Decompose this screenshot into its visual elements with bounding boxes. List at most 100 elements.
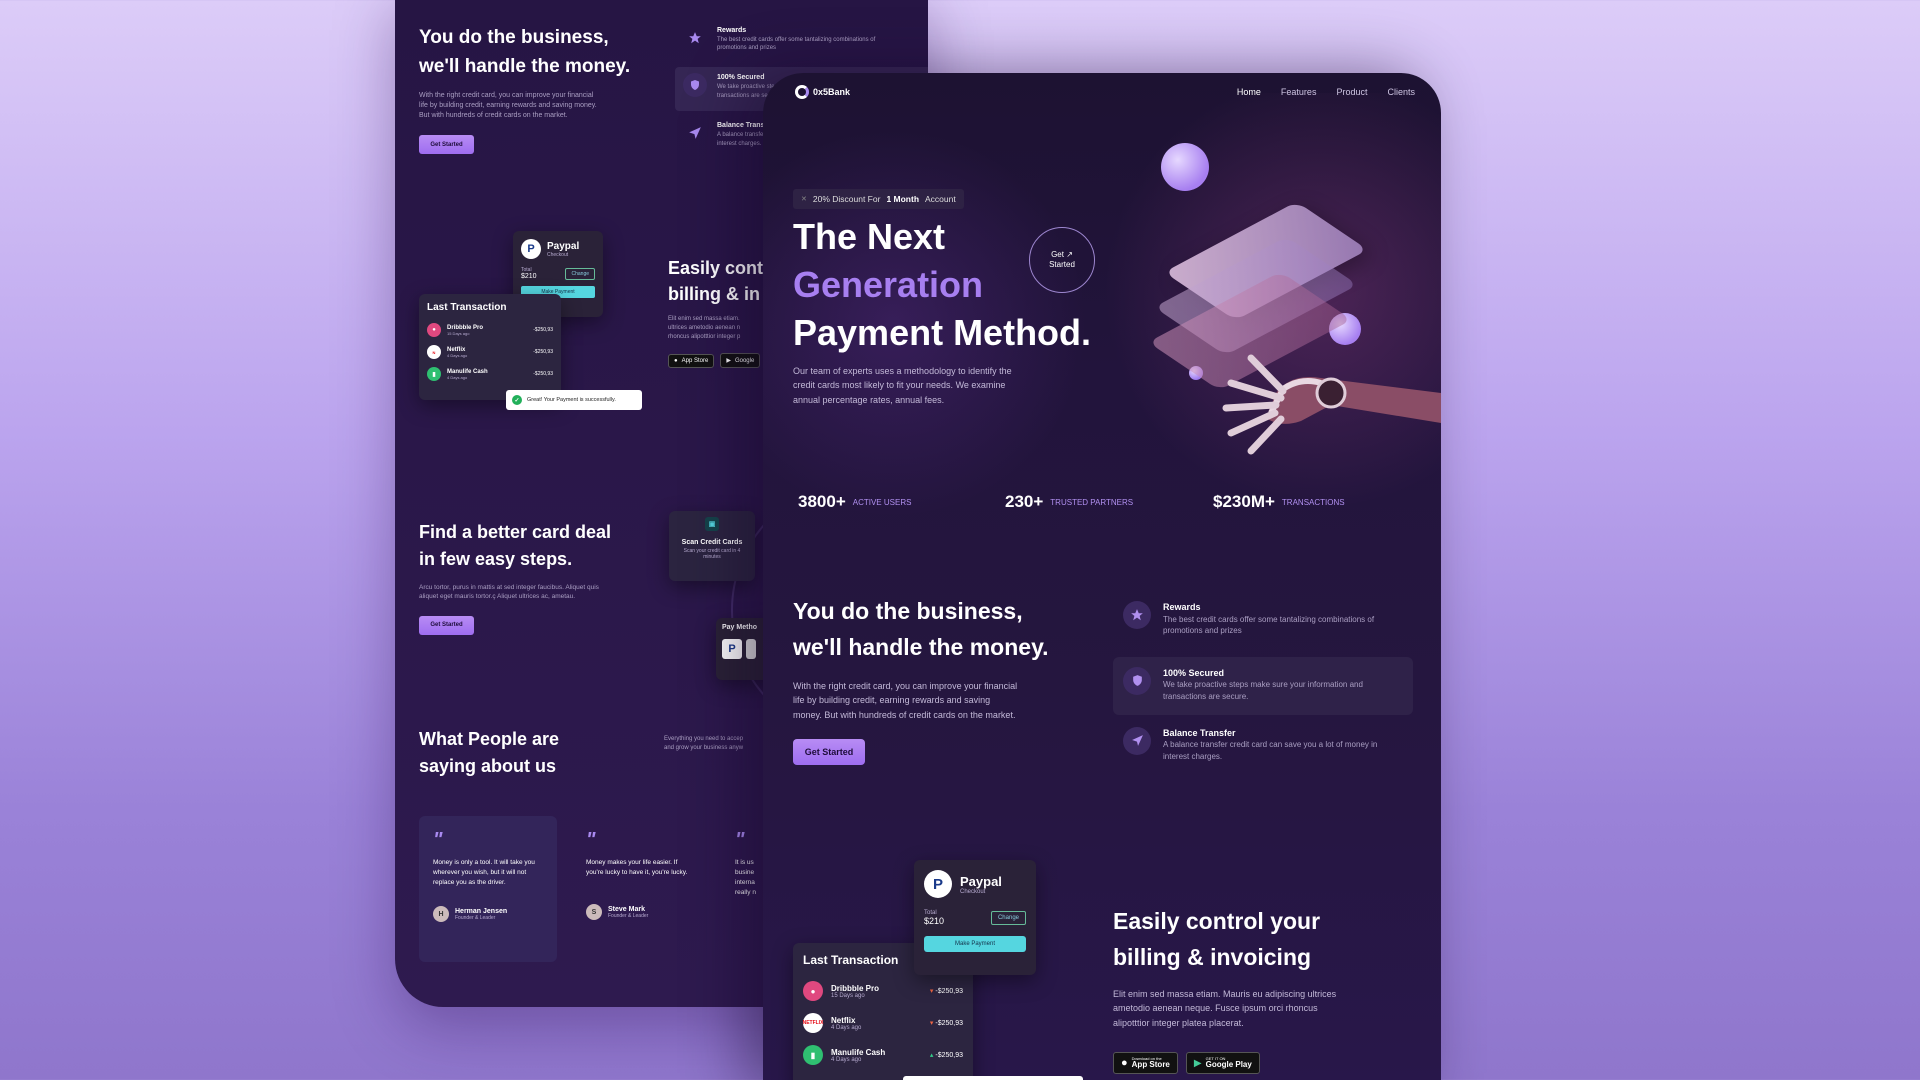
tx-amount: -$250,93: [533, 371, 553, 377]
hero-title-line-3: Payment Method.: [793, 312, 1092, 353]
back-get-started-button-2[interactable]: Get Started: [419, 615, 474, 635]
toast-text: Great! Your Payment is successfully.: [527, 397, 616, 403]
tx-name: Dribbble Pro: [831, 983, 880, 993]
paypal-change-button[interactable]: Change: [565, 267, 595, 280]
back-feature-rewards: Rewards The best credit cards offer some…: [675, 22, 928, 57]
back-hero: You do the business, we'll handle the mo…: [419, 24, 649, 155]
find-text: Arcu tortor, purus in mattis at sed inte…: [419, 584, 599, 601]
main-page-preview: 0x5Bank Home Features Product Clients ✕ …: [763, 73, 1441, 1080]
back-hero-title-2: we'll handle the money.: [419, 55, 631, 77]
feature-secured: 100% Secured We take proactive steps mak…: [1113, 656, 1413, 715]
quote-role: Founder & Leader: [455, 914, 496, 921]
tx-row: ▮ Manulife Cash 4 Days ago -$250,93: [427, 367, 553, 381]
sphere-large: [1161, 143, 1209, 191]
tx-date: 4 Days ago: [447, 352, 468, 358]
billing-title-2: billing & invoicing: [1113, 944, 1312, 970]
find-title-2: in few easy steps.: [419, 549, 573, 569]
card-icon[interactable]: [746, 639, 756, 659]
netflix-icon: N: [427, 345, 441, 359]
tx-amount: -$250,93: [533, 327, 553, 333]
scan-title: Scan Credit Cards: [681, 539, 743, 546]
star-icon: [1123, 601, 1151, 629]
front-features: Rewards The best credit cards offer some…: [1113, 593, 1413, 773]
quote-icon: ": [735, 829, 745, 851]
google-play-button[interactable]: ▶ GET IT ON Google Play: [1185, 1052, 1260, 1075]
get-started-circle-button[interactable]: Get ↗ Started: [1029, 227, 1095, 293]
badge-pre: 20% Discount For: [812, 194, 881, 204]
paypal-subtitle: Checkout: [960, 888, 986, 895]
hero-illustration: [1148, 143, 1441, 463]
tx-row: NETFLIX Netflix 4 Days ago ▾ -$250,93: [803, 1013, 963, 1033]
google-play-button[interactable]: ▶ Google: [720, 353, 761, 369]
back-testimonials-header: What People are saying about us: [419, 726, 649, 780]
apple-icon: ●: [674, 357, 678, 364]
tx-date: 4 Days ago: [831, 1056, 862, 1063]
logo[interactable]: 0x5Bank: [795, 85, 850, 99]
billing-text: Elit enim sed massa etiam. Mauris eu adi…: [1113, 989, 1337, 1028]
testimonial-card: " Money is only a tool. It will take you…: [419, 816, 557, 962]
feature-text: A balance transfer credit card can save …: [1163, 740, 1378, 761]
paypal-title: Paypal: [960, 873, 1002, 889]
business-text: With the right credit card, you can impr…: [793, 681, 1018, 720]
app-store-button[interactable]: ● Download on the App Store: [1113, 1052, 1178, 1075]
play-icon: ▶: [1193, 1057, 1202, 1069]
last-tx-title: Last Transaction: [427, 302, 507, 313]
quote-text: It is us busine interna really n: [735, 859, 756, 897]
down-arrow-icon: ▾: [929, 1020, 934, 1027]
find-title-1: Find a better card deal: [419, 522, 612, 542]
manulife-icon: ▮: [803, 1045, 823, 1065]
nav-home[interactable]: Home: [1237, 87, 1261, 97]
billing-title-1: Easily control your: [1113, 908, 1321, 934]
robot-hand: [1222, 354, 1441, 455]
tx-row: ▮ Manulife Cash 4 Days ago ▴ -$250,93: [803, 1045, 963, 1065]
avatar: S: [586, 904, 602, 921]
check-icon: ✓: [512, 395, 522, 405]
nav-clients[interactable]: Clients: [1387, 87, 1415, 97]
paypal-change-button[interactable]: Change: [990, 911, 1026, 925]
back-hero-text: With the right credit card, you can impr…: [419, 92, 597, 120]
tx-date: 4 Days ago: [831, 1024, 862, 1031]
testimonials-side-line: and grow your business anyw: [664, 744, 744, 751]
quote-role: Founder & Leader: [608, 912, 649, 919]
stat-value: 230+: [1005, 492, 1044, 511]
back-feature-text: The best credit cards offer some tantali…: [717, 36, 876, 52]
stat-value: 3800+: [798, 492, 846, 511]
up-arrow-icon: ▴: [929, 1052, 934, 1059]
back-hero-title-1: You do the business,: [419, 27, 609, 48]
dribbble-icon: ●: [427, 323, 441, 337]
tx-row: N Netflix 4 Days ago -$250,93: [427, 345, 553, 359]
billing-section: Easily control your billing & invoicing …: [1113, 903, 1413, 1075]
get-started-button[interactable]: Get Started: [793, 739, 865, 766]
paypal-icon[interactable]: P: [722, 639, 742, 659]
google-play-label: Google Play: [1205, 1060, 1252, 1070]
nav-product[interactable]: Product: [1336, 87, 1367, 97]
tx-name: Netflix: [831, 1015, 856, 1025]
discount-badge: ✕ 20% Discount For 1 Month Account: [793, 189, 964, 209]
paypal-total: $210: [521, 273, 537, 280]
badge-post: Account: [925, 194, 956, 204]
paypal-icon: P: [521, 239, 541, 259]
apple-icon: ●: [1121, 1057, 1128, 1070]
back-last-transaction: Last Transaction ● Dribbble Pro 15 Days a…: [419, 294, 561, 400]
shield-icon: [683, 73, 707, 98]
quote-name: Herman Jensen: [455, 907, 508, 915]
circle-btn-line-2: Started: [1049, 260, 1075, 269]
stat-label: TRANSACTIONS: [1281, 497, 1345, 507]
send-icon: [1123, 726, 1151, 755]
back-find-section: Find a better card deal in few easy step…: [419, 519, 649, 635]
scan-card: ▣ Scan Credit Cards Scan your credit car…: [669, 511, 755, 581]
quote-text: Money is only a tool. It will take you w…: [433, 859, 535, 887]
testimonials-title-1: What People are: [419, 729, 560, 749]
testimonials-side-line: Everything you need to accep: [664, 736, 744, 742]
netflix-icon: NETFLIX: [803, 1013, 823, 1033]
tx-amount: -$250,93: [533, 349, 553, 355]
avatar: H: [433, 906, 449, 923]
stat-label: TRUSTED PARTNERS: [1050, 497, 1134, 507]
paypal-pay-button[interactable]: Make Payment: [924, 936, 1026, 952]
feature-title: Rewards: [1163, 602, 1201, 612]
payment-toast: ✓ Great! Your Payment is successfully.: [506, 390, 642, 410]
app-store-button[interactable]: ● App Store: [668, 353, 715, 368]
back-get-started-button[interactable]: Get Started: [419, 135, 474, 155]
close-icon[interactable]: ✕: [801, 195, 807, 203]
nav-features[interactable]: Features: [1281, 87, 1317, 97]
